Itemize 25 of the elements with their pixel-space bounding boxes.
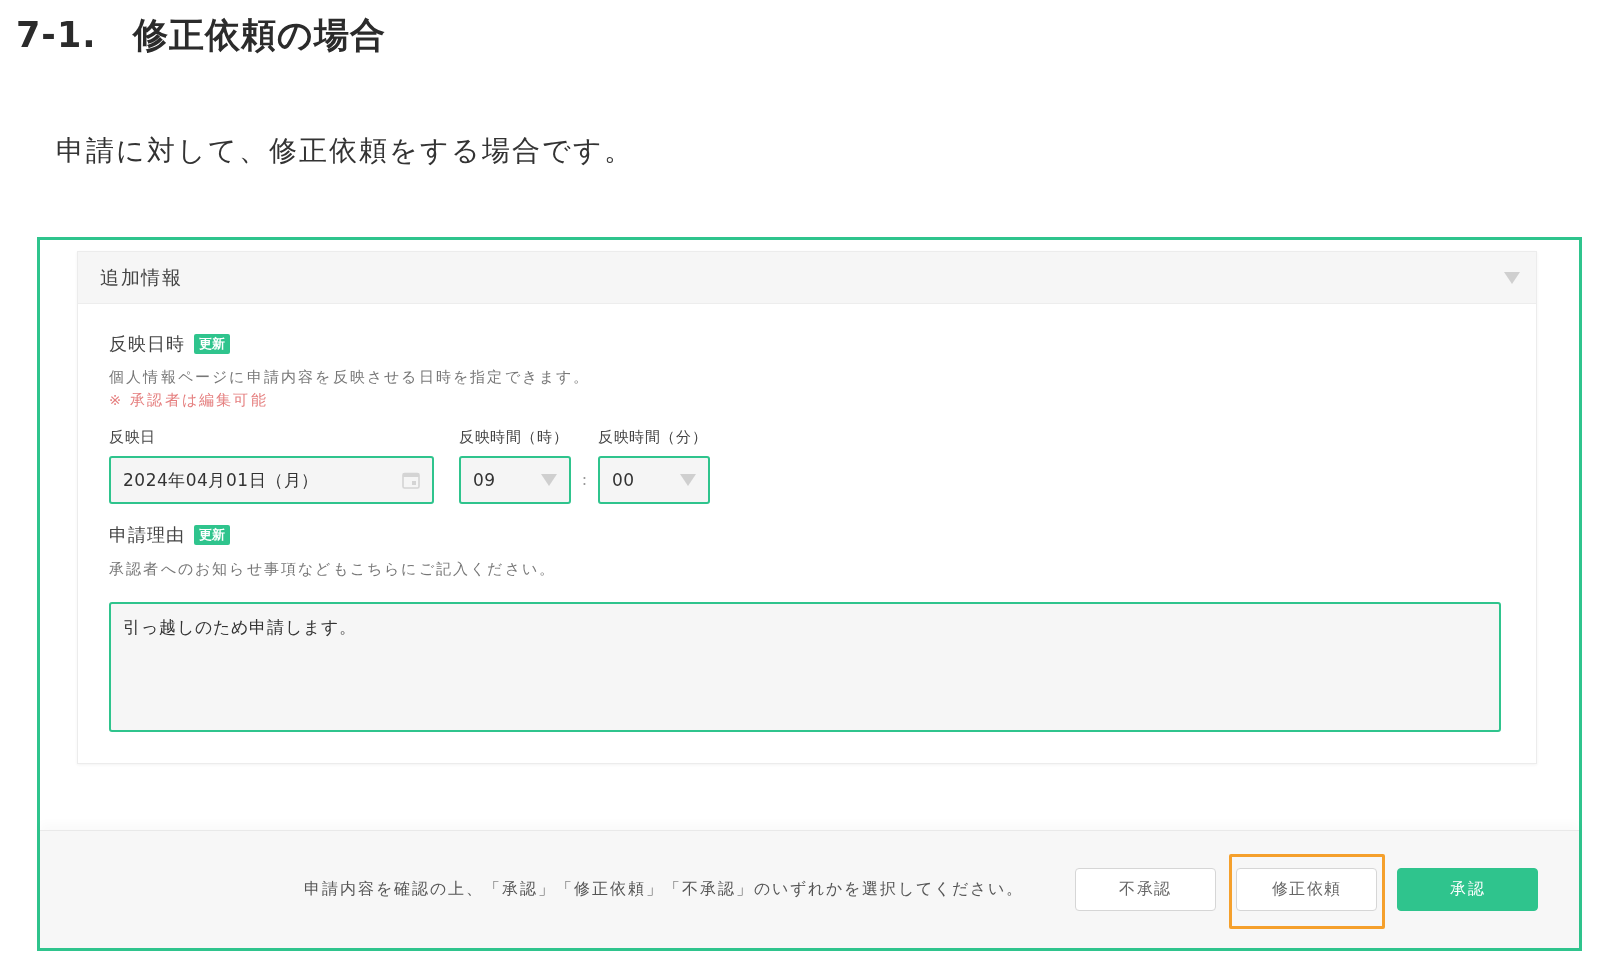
section-label: 反映日時 [109, 332, 185, 356]
calendar-icon [402, 471, 420, 489]
section-label: 申請理由 [109, 523, 185, 547]
page-heading: 7-1. 修正依頼の場合 [16, 14, 386, 57]
caret-icon [541, 474, 557, 486]
select-field[interactable]: 00 [598, 456, 710, 504]
textarea-field[interactable]: 引っ越しのため申請します。 [109, 602, 1501, 732]
action-button[interactable]: 修正依頼 [1236, 868, 1377, 911]
field-label: 反映時間（分） [598, 428, 708, 447]
caret-icon [680, 474, 696, 486]
instruction-text: 申請内容を確認の上、「承認」「修正依頼」「不承認」のいずれかを選択してください。 [304, 879, 1024, 900]
status-tag: 更新 [194, 334, 230, 354]
help-text: 承認者へのお知らせ事項などもこちらにご記入ください。 [109, 560, 557, 579]
time-separator: : [580, 469, 589, 491]
help-text: 個人情報ページに申請内容を反映させる日時を指定できます。 [109, 368, 591, 387]
date-field[interactable]: 2024年04月01日（月） [109, 456, 434, 504]
select-field[interactable]: 09 [459, 456, 571, 504]
note-text: ※ 承認者は編集可能 [109, 391, 268, 410]
status-tag: 更新 [194, 525, 230, 545]
panel-header[interactable]: 追加情報 [78, 252, 1536, 304]
panel-title: 追加情報 [100, 264, 182, 290]
field-label: 反映時間（時） [459, 428, 569, 447]
field-label: 反映日 [109, 428, 156, 447]
intro-text: 申請に対して、修正依頼をする場合です。 [56, 133, 634, 169]
action-button[interactable]: 不承認 [1075, 868, 1216, 911]
